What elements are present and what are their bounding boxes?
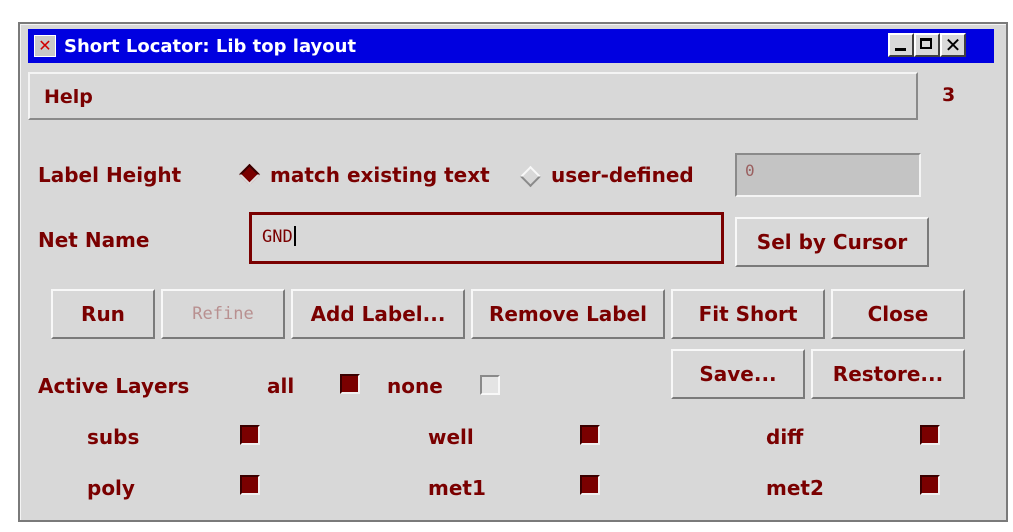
all-layers-checkbox[interactable]: [340, 374, 360, 394]
sel-by-cursor-button[interactable]: Sel by Cursor: [735, 217, 929, 267]
add-label-button[interactable]: Add Label...: [291, 289, 465, 339]
label-height-label: Label Height: [38, 163, 182, 187]
fit-short-button[interactable]: Fit Short: [671, 289, 825, 339]
layer-met1-checkbox[interactable]: [580, 475, 600, 495]
remove-label-button[interactable]: Remove Label: [471, 289, 665, 339]
maximize-icon: [920, 38, 932, 49]
radio-match-existing[interactable]: [238, 163, 261, 186]
short-locator-window: ✕ Short Locator: Lib top layout ✕ Help 3…: [18, 22, 1008, 522]
text-cursor: [293, 226, 296, 246]
layer-diff-checkbox[interactable]: [920, 425, 940, 445]
run-button[interactable]: Run: [51, 289, 155, 339]
none-label: none: [387, 374, 443, 398]
none-layers-checkbox[interactable]: [480, 375, 500, 395]
layer-well-checkbox[interactable]: [580, 425, 600, 445]
title-bar[interactable]: ✕ Short Locator: Lib top layout ✕: [28, 29, 994, 63]
layer-diff-label: diff: [766, 425, 804, 449]
net-name-label: Net Name: [38, 228, 150, 252]
menu-counter: 3: [942, 84, 956, 106]
close-icon: ✕: [944, 33, 962, 57]
save-button[interactable]: Save...: [671, 349, 805, 399]
layer-met1-label: met1: [428, 476, 486, 500]
minimize-icon: [895, 48, 906, 51]
layer-subs-checkbox[interactable]: [240, 425, 260, 445]
app-icon[interactable]: ✕: [34, 35, 56, 57]
label-height-input: 0: [735, 153, 921, 197]
radio-user-defined-label[interactable]: user-defined: [551, 163, 694, 187]
layer-met2-checkbox[interactable]: [920, 475, 940, 495]
maximize-button[interactable]: [914, 33, 940, 57]
radio-match-existing-label[interactable]: match existing text: [270, 163, 490, 187]
layer-poly-checkbox[interactable]: [240, 475, 260, 495]
layer-well-label: well: [428, 425, 474, 449]
restore-button[interactable]: Restore...: [811, 349, 965, 399]
all-label: all: [267, 374, 295, 398]
layer-met2-label: met2: [766, 476, 824, 500]
layer-poly-label: poly: [87, 476, 135, 500]
refine-button: Refine: [161, 289, 285, 339]
radio-user-defined[interactable]: [519, 165, 542, 188]
layer-subs-label: subs: [87, 425, 140, 449]
close-button[interactable]: Close: [831, 289, 965, 339]
close-window-button[interactable]: ✕: [940, 33, 966, 57]
menu-bar: Help: [28, 72, 918, 120]
net-name-input[interactable]: GND: [249, 212, 724, 264]
net-name-value: GND: [262, 227, 293, 247]
window-title: Short Locator: Lib top layout: [64, 36, 357, 57]
active-layers-label: Active Layers: [38, 374, 190, 398]
minimize-button[interactable]: [888, 33, 914, 57]
menu-help[interactable]: Help: [44, 86, 93, 108]
